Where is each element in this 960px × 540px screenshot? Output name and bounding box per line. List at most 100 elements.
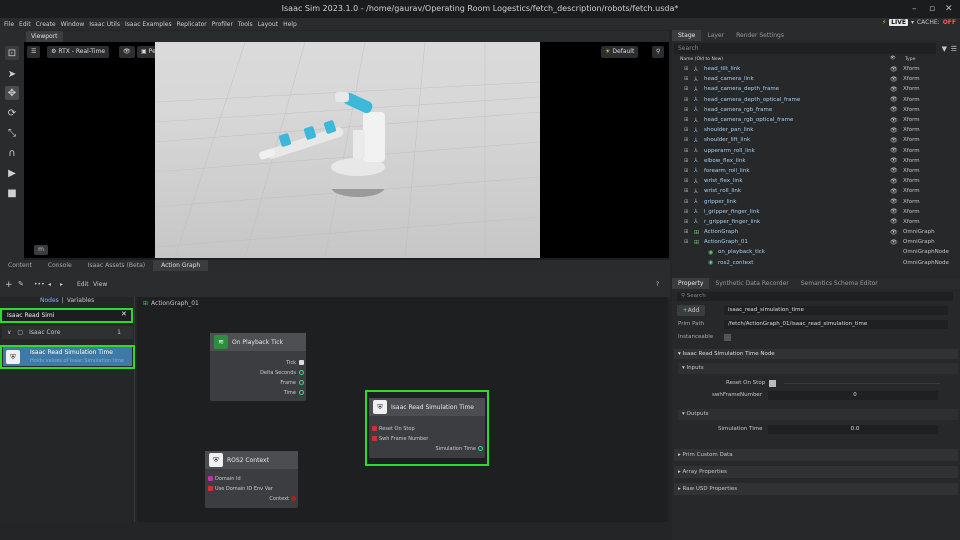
tab-layer[interactable]: Layer (701, 30, 730, 41)
visibility-eye-icon[interactable]: 👁 (890, 229, 898, 236)
visibility-eye-icon[interactable]: 👁 (119, 46, 135, 58)
section-array-properties[interactable]: ▸ Array Properties (674, 466, 958, 478)
stage-row[interactable]: ⊞ ⅄ wrist_roll_link 👁 Xform (672, 186, 960, 196)
expand-icon[interactable]: ⊞ (684, 168, 688, 174)
stage-row[interactable]: ◉ ros2_context OmniGraphNode (672, 258, 960, 268)
menu-ag-edit[interactable]: Edit (77, 281, 89, 288)
tab-nodes[interactable]: Nodes (40, 297, 59, 306)
stage-row[interactable]: ⊞ ⅄ head_camera_link 👁 Xform (672, 74, 960, 84)
visibility-eye-icon[interactable]: 👁 (890, 127, 898, 134)
visibility-eye-icon[interactable]: 👁 (890, 198, 898, 205)
help-icon[interactable]: ? (656, 281, 659, 288)
node-on-playback-tick[interactable]: ≋ On Playback Tick Tick Delta Seconds Fra… (210, 333, 306, 401)
menu-isaac-examples[interactable]: Isaac Examples (125, 21, 172, 28)
tab-stage[interactable]: Stage (672, 30, 702, 41)
section-raw-usd-properties[interactable]: ▸ Raw USD Properties (674, 483, 958, 495)
stage-row[interactable]: ⊞ ⅄ head_tilt_link 👁 Xform (672, 64, 960, 74)
lighting-button[interactable]: ☀ Default (601, 46, 639, 58)
visibility-eye-icon[interactable]: 👁 (890, 239, 898, 246)
stage-row[interactable]: ⊞ ⅄ head_camera_depth_optical_frame 👁 Xform (672, 95, 960, 105)
visibility-eye-icon[interactable]: 👁 (890, 76, 898, 83)
visibility-eye-icon[interactable]: 👁 (890, 66, 898, 73)
expand-icon[interactable]: ⊞ (684, 127, 688, 133)
expand-icon[interactable]: ⊞ (684, 66, 688, 72)
output-port[interactable] (299, 390, 304, 395)
visibility-eye-icon[interactable]: 👁 (890, 178, 898, 185)
tab-action-graph[interactable]: Action Graph (153, 260, 209, 271)
visibility-eye-icon[interactable]: 👁 (890, 167, 898, 174)
swh-frame-field[interactable]: 0 (768, 391, 938, 400)
graph-breadcrumb[interactable]: ActionGraph_01 (151, 300, 199, 307)
menu-layout[interactable]: Layout (258, 21, 278, 28)
stage-row[interactable]: ⊞ ⅄ head_camera_rgb_optical_frame 👁 Xform (672, 115, 960, 125)
visibility-eye-icon[interactable]: 👁 (890, 157, 898, 164)
forward-icon[interactable]: ▸ (60, 281, 63, 288)
expand-icon[interactable]: ⊞ (684, 137, 688, 143)
visibility-eye-icon[interactable]: 👁 (890, 208, 898, 215)
select-mode-icon[interactable]: ⊡ (5, 46, 19, 60)
col-type-header[interactable]: Type (905, 57, 915, 62)
menu-replicator[interactable]: Replicator (177, 21, 207, 28)
renderer-button[interactable]: ⚙ RTX - Real-Time (47, 46, 110, 58)
visibility-eye-icon[interactable]: 👁 (890, 218, 898, 225)
prim-path-field[interactable]: /fetch/ActionGraph_01/isaac_read_simulat… (724, 320, 948, 329)
expand-icon[interactable]: ⊞ (684, 188, 688, 194)
stage-row[interactable]: ⊞ ⅄ gripper_link 👁 Xform (672, 196, 960, 206)
col-name-header[interactable]: Name (Old to New) (680, 57, 723, 62)
expand-icon[interactable]: ⊞ (684, 199, 688, 205)
tab-console[interactable]: Console (40, 260, 80, 271)
simulation-time-field[interactable]: 0.0 (768, 425, 938, 434)
stage-row[interactable]: ⊞ ⅄ r_gripper_finger_link 👁 Xform (672, 217, 960, 227)
stage-row[interactable]: ⊞ ⅄ forearm_roll_link 👁 Xform (672, 166, 960, 176)
tab-viewport[interactable]: Viewport (26, 31, 63, 42)
expand-icon[interactable]: ⊞ (684, 229, 688, 235)
prim-name-field[interactable]: isaac_read_simulation_time (724, 306, 948, 315)
back-icon[interactable]: ◂ (48, 281, 51, 288)
stage-row[interactable]: ◉ on_playback_tick OmniGraphNode (672, 247, 960, 257)
viewport-settings-icon[interactable]: ☰ (27, 46, 41, 58)
stage-search-input[interactable]: Search (674, 43, 936, 54)
stage-row[interactable]: ⊞ ⊞ ActionGraph_01 👁 OmniGraph (672, 237, 960, 247)
visibility-eye-icon[interactable]: 👁 (890, 137, 898, 144)
stage-row[interactable]: ⊞ ⅄ head_camera_depth_frame 👁 Xform (672, 84, 960, 94)
visibility-eye-icon[interactable]: 👁 (890, 147, 898, 154)
graph-canvas[interactable]: ⊞ ActionGraph_01 ≋ On Playback Tick Tick … (137, 297, 668, 522)
play-icon[interactable]: ▶ (5, 166, 19, 180)
input-port[interactable] (208, 476, 213, 481)
menu-edit[interactable]: Edit (19, 21, 31, 28)
expand-icon[interactable]: ⊞ (684, 158, 688, 164)
node-section-header[interactable]: ▾ Isaac Read Simulation Time Node (674, 349, 958, 359)
minimize-icon[interactable]: – (912, 4, 917, 14)
expand-icon[interactable]: ⊞ (684, 148, 688, 154)
tab-semantics[interactable]: Semantics Schema Editor (795, 278, 884, 289)
close-icon[interactable]: ✕ (945, 4, 953, 14)
outputs-header[interactable]: ▾ Outputs (678, 409, 958, 420)
tab-synthetic-data[interactable]: Synthetic Data Recorder (709, 278, 794, 289)
expand-icon[interactable]: ⊞ (684, 178, 688, 184)
expand-icon[interactable]: ⊞ (684, 107, 688, 113)
tab-content[interactable]: Content (0, 260, 40, 271)
rotate-icon[interactable]: ⟳ (5, 106, 19, 120)
select-arrow-icon[interactable]: ➤ (5, 67, 19, 81)
menu-isaac-utils[interactable]: Isaac Utils (89, 21, 120, 28)
expand-icon[interactable]: ⊞ (684, 76, 688, 82)
expand-icon[interactable]: ⊞ (684, 219, 688, 225)
input-port[interactable] (208, 486, 213, 491)
move-icon[interactable]: ✥ (5, 86, 19, 100)
menu-profiler[interactable]: Profiler (212, 21, 233, 28)
visibility-eye-icon[interactable]: 👁 (890, 188, 898, 195)
tab-variables[interactable]: Variables (67, 297, 94, 306)
expand-icon[interactable]: ⊞ (684, 97, 688, 103)
stage-row[interactable]: ⊞ ⅄ upperarm_roll_link 👁 Xform (672, 146, 960, 156)
menu-help[interactable]: Help (283, 21, 297, 28)
output-port[interactable] (291, 496, 296, 501)
menu-create[interactable]: Create (36, 21, 56, 28)
stage-row[interactable]: ⊞ ⅄ head_camera_rgb_frame 👁 Xform (672, 105, 960, 115)
expand-icon[interactable]: ⊞ (684, 86, 688, 92)
live-badge[interactable]: LIVE (889, 19, 908, 26)
more-icon[interactable]: ••• (34, 281, 45, 288)
cache-state[interactable]: OFF (943, 19, 956, 26)
expand-icon[interactable]: ⊞ (684, 239, 688, 245)
visibility-eye-icon[interactable]: 👁 (890, 96, 898, 103)
snap-icon[interactable]: ∩ (5, 146, 19, 160)
